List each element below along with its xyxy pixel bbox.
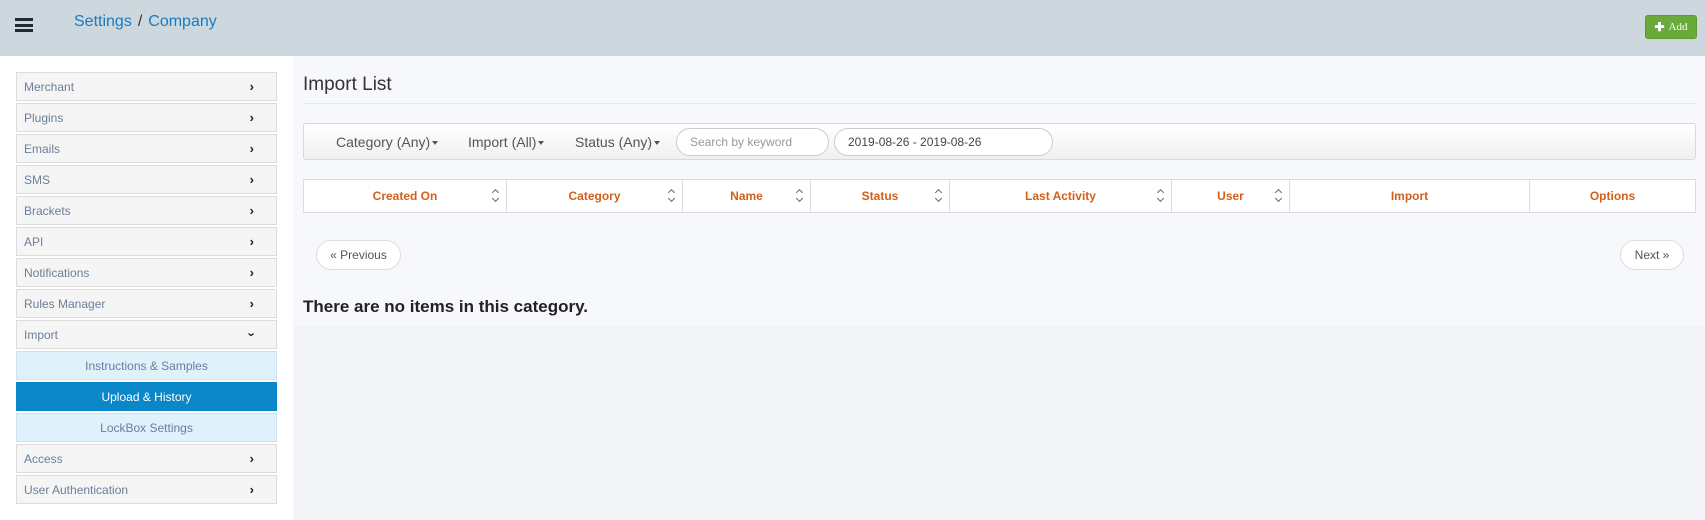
sidebar-item-emails[interactable]: Emails › bbox=[16, 134, 277, 163]
sidebar-item-plugins[interactable]: Plugins › bbox=[16, 103, 277, 132]
sidebar-item-label: User Authentication bbox=[24, 482, 129, 497]
sidebar-item-user-authentication[interactable]: User Authentication › bbox=[16, 475, 277, 504]
breadcrumb: Settings / Company bbox=[74, 13, 217, 31]
sidebar-subitem-label: LockBox Settings bbox=[100, 420, 193, 435]
status-filter-dropdown[interactable]: Status (Any) bbox=[575, 134, 661, 150]
chevron-right-icon: › bbox=[249, 110, 254, 125]
date-range-input[interactable] bbox=[834, 128, 1053, 156]
sidebar-item-sms[interactable]: SMS › bbox=[16, 165, 277, 194]
sidebar-subitem-label: Upload & History bbox=[101, 389, 192, 404]
caret-down-icon bbox=[432, 141, 439, 146]
sort-icon bbox=[1275, 190, 1282, 202]
import-filter-dropdown[interactable]: Import (All) bbox=[468, 134, 545, 150]
chevron-right-icon: › bbox=[249, 451, 254, 466]
sidebar-item-brackets[interactable]: Brackets › bbox=[16, 196, 277, 225]
sidebar-item-label: Plugins bbox=[24, 110, 64, 125]
sidebar-item-access[interactable]: Access › bbox=[16, 444, 277, 473]
next-page-button[interactable]: Next » bbox=[1620, 240, 1684, 270]
breadcrumb-separator: / bbox=[137, 13, 143, 30]
column-header-options: Options bbox=[1530, 180, 1695, 212]
column-header-label: Last Activity bbox=[1025, 189, 1096, 203]
sidebar-item-label: API bbox=[24, 234, 44, 249]
sort-icon bbox=[1157, 190, 1164, 202]
sort-icon bbox=[668, 190, 675, 202]
title-divider bbox=[303, 103, 1696, 104]
sidebar-subitem-lockbox-settings[interactable]: LockBox Settings bbox=[16, 413, 277, 442]
category-filter-dropdown[interactable]: Category (Any) bbox=[336, 134, 439, 150]
sidebar-subitem-upload-history[interactable]: Upload & History bbox=[16, 382, 277, 411]
column-header-name[interactable]: Name bbox=[683, 180, 811, 212]
chevron-right-icon: › bbox=[249, 296, 254, 311]
import-table-header: Created On Category Name Status Last Act… bbox=[303, 179, 1696, 213]
sidebar-item-label: Emails bbox=[24, 141, 61, 156]
sidebar-item-rules-manager[interactable]: Rules Manager › bbox=[16, 289, 277, 318]
previous-page-button[interactable]: « Previous bbox=[316, 240, 401, 270]
column-header-created-on[interactable]: Created On bbox=[304, 180, 507, 212]
column-header-status[interactable]: Status bbox=[811, 180, 950, 212]
chevron-down-icon: › bbox=[244, 332, 260, 337]
filter-bar: Category (Any) Import (All) Status (Any) bbox=[303, 123, 1696, 160]
sidebar-item-api[interactable]: API › bbox=[16, 227, 277, 256]
chevron-right-icon: › bbox=[249, 79, 254, 94]
sidebar-item-merchant[interactable]: Merchant › bbox=[16, 72, 277, 101]
sidebar-item-label: Access bbox=[24, 451, 63, 466]
sidebar-item-notifications[interactable]: Notifications › bbox=[16, 258, 277, 287]
column-header-label: Created On bbox=[372, 189, 438, 203]
column-header-label: Status bbox=[861, 189, 899, 203]
column-header-label: Import bbox=[1390, 189, 1429, 203]
column-header-last-activity[interactable]: Last Activity bbox=[950, 180, 1172, 212]
column-header-label: User bbox=[1217, 189, 1244, 203]
add-button[interactable]: ✚ Add bbox=[1645, 15, 1697, 39]
column-header-label: Category bbox=[568, 189, 621, 203]
sidebar-item-label: Merchant bbox=[24, 79, 75, 94]
sidebar-item-label: Notifications bbox=[24, 265, 90, 280]
chevron-right-icon: › bbox=[249, 234, 254, 249]
list-icon[interactable] bbox=[15, 18, 33, 34]
sort-icon bbox=[796, 190, 803, 202]
page-title: Import List bbox=[303, 74, 392, 95]
chevron-right-icon: › bbox=[249, 265, 254, 280]
column-header-user[interactable]: User bbox=[1172, 180, 1290, 212]
breadcrumb-company[interactable]: Company bbox=[148, 13, 216, 30]
sidebar-subitem-instructions-samples[interactable]: Instructions & Samples bbox=[16, 351, 277, 380]
status-filter-label: Status (Any) bbox=[575, 134, 653, 150]
sort-icon bbox=[935, 190, 942, 202]
column-header-import: Import bbox=[1290, 180, 1530, 212]
sidebar-item-label: Import bbox=[24, 327, 59, 342]
column-header-label: Options bbox=[1589, 189, 1636, 203]
chevron-right-icon: › bbox=[249, 172, 254, 187]
sidebar-item-label: Brackets bbox=[24, 203, 71, 218]
breadcrumb-settings[interactable]: Settings bbox=[74, 13, 132, 30]
settings-sidebar: Merchant › Plugins › Emails › SMS › Brac… bbox=[16, 72, 277, 506]
search-input[interactable] bbox=[676, 128, 829, 156]
chevron-right-icon: › bbox=[249, 482, 254, 497]
caret-down-icon bbox=[654, 141, 661, 146]
column-header-label: Name bbox=[730, 189, 763, 203]
category-filter-label: Category (Any) bbox=[336, 134, 431, 150]
empty-state-message: There are no items in this category. bbox=[303, 297, 588, 316]
sidebar-item-label: SMS bbox=[24, 172, 51, 187]
sidebar-item-label: Rules Manager bbox=[24, 296, 106, 311]
top-bar: Settings / Company ✚ Add bbox=[0, 0, 1705, 56]
import-filter-label: Import (All) bbox=[468, 134, 537, 150]
sort-icon bbox=[492, 190, 499, 202]
caret-down-icon bbox=[538, 141, 545, 146]
sidebar-subitem-label: Instructions & Samples bbox=[85, 358, 208, 373]
sidebar-item-import[interactable]: Import › bbox=[16, 320, 277, 349]
add-button-label: Add bbox=[1668, 21, 1688, 33]
chevron-right-icon: › bbox=[249, 141, 254, 156]
plus-icon: ✚ bbox=[1654, 20, 1665, 34]
column-header-category[interactable]: Category bbox=[507, 180, 683, 212]
chevron-right-icon: › bbox=[249, 203, 254, 218]
